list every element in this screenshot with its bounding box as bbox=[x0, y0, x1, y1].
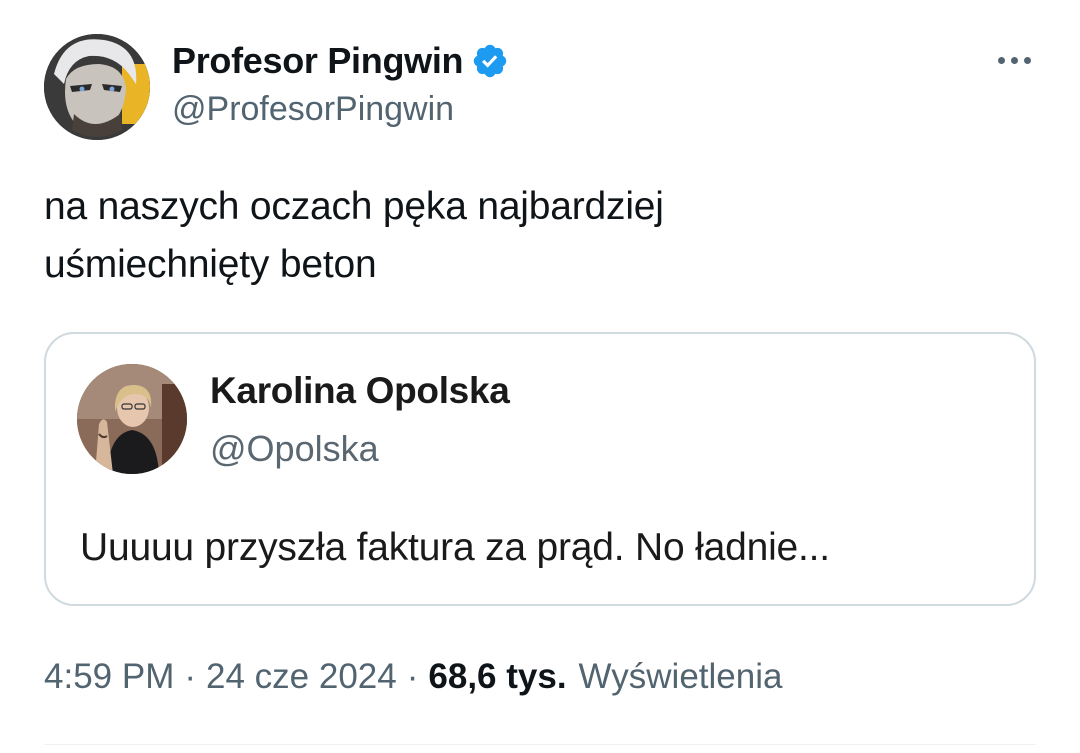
more-horizontal-icon-dot bbox=[1023, 56, 1031, 64]
tweet-text-line: uśmiechnięty beton bbox=[44, 243, 377, 286]
anime-character-avatar-icon bbox=[44, 34, 150, 140]
quoted-tweet-text: Uuuuu przyszła faktura za prąd. No ładni… bbox=[80, 526, 830, 569]
quoted-author-display-name: Karolina Opolska bbox=[210, 370, 510, 411]
more-horizontal-icon bbox=[997, 56, 1005, 64]
tweet-text-line: na naszych oczach pęka najbardziej bbox=[44, 185, 664, 228]
more-options-button[interactable] bbox=[990, 44, 1038, 76]
quoted-author-handle: @Opolska bbox=[210, 428, 379, 469]
views-count: 68,6 tys. bbox=[428, 657, 567, 696]
verified-badge-icon[interactable] bbox=[471, 42, 509, 80]
tweet-time[interactable]: 4:59 PM bbox=[44, 657, 174, 697]
tweet-meta: 4:59 PM · 24 cze 2024 · 68,6 tys. Wyświe… bbox=[44, 654, 782, 700]
author-handle[interactable]: @ProfesorPingwin bbox=[172, 90, 454, 129]
quoted-tweet-card[interactable]: Karolina Opolska @Opolska Uuuuu przyszła… bbox=[44, 332, 1036, 606]
tweet-text: na naszych oczach pęka najbardziej uśmie… bbox=[44, 178, 944, 294]
more-horizontal-icon-dot bbox=[1010, 56, 1018, 64]
woman-portrait-avatar-icon bbox=[77, 364, 187, 474]
author-name-row: Profesor Pingwin bbox=[172, 38, 509, 84]
tweet-date[interactable]: 24 cze 2024 bbox=[206, 657, 397, 697]
author-display-name[interactable]: Profesor Pingwin bbox=[172, 40, 464, 82]
tweet: Profesor Pingwin @ProfesorPingwin na nas… bbox=[0, 0, 1080, 753]
quoted-author-avatar[interactable] bbox=[77, 364, 187, 474]
views-label: Wyświetlenia bbox=[578, 657, 783, 696]
meta-separator: · bbox=[406, 657, 419, 696]
divider bbox=[44, 744, 1036, 745]
meta-separator: · bbox=[184, 657, 197, 696]
author-avatar[interactable] bbox=[44, 34, 150, 140]
